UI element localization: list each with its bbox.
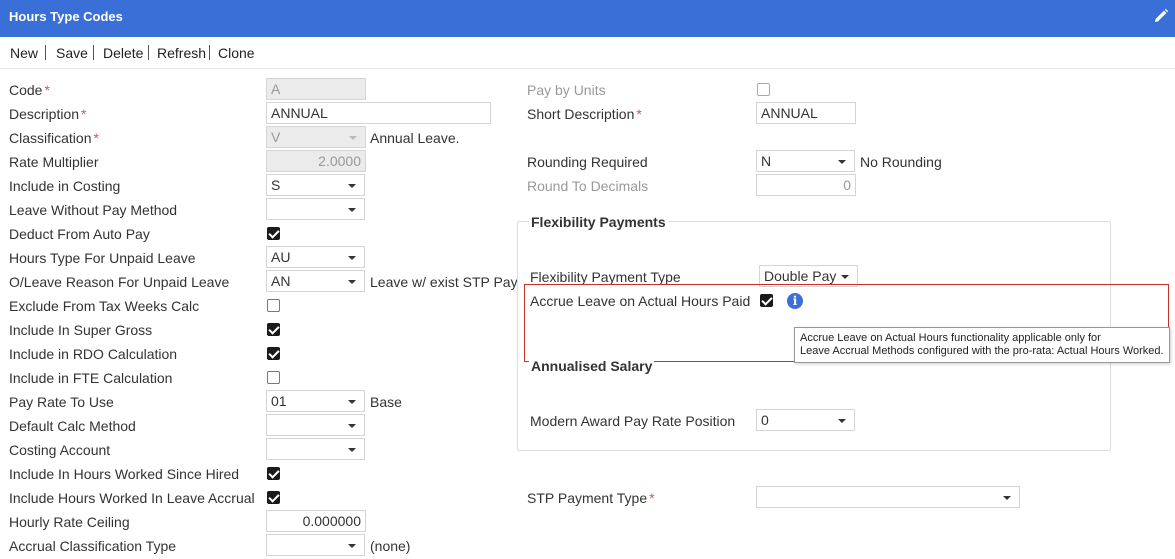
exclude-tax-weeks-label: Exclude From Tax Weeks Calc bbox=[9, 298, 200, 314]
delete-button[interactable]: Delete bbox=[103, 45, 143, 61]
stp-payment-type-label: STP Payment Type * bbox=[527, 490, 655, 506]
hourly-rate-ceiling-field[interactable]: 0.000000 bbox=[266, 510, 366, 532]
costing-account-label: Costing Account bbox=[9, 442, 111, 458]
window-titlebar: Hours Type Codes bbox=[0, 0, 1175, 37]
round-to-decimals-label: Round To Decimals bbox=[527, 178, 649, 194]
include-super-gross-label: Include In Super Gross bbox=[9, 322, 153, 338]
pay-rate-description: Base bbox=[370, 394, 402, 410]
oleave-reason-label: O/Leave Reason For Unpaid Leave bbox=[9, 274, 230, 290]
modern-award-position-select[interactable]: 0 bbox=[756, 409, 855, 431]
costing-account-select[interactable] bbox=[266, 438, 365, 460]
rate-multiplier-field: 2.0000 bbox=[266, 150, 366, 172]
info-icon[interactable]: i bbox=[787, 293, 803, 309]
short-description-field[interactable]: ANNUAL bbox=[756, 102, 856, 124]
short-description-label: Short Description * bbox=[527, 106, 642, 122]
include-hours-since-hired-label: Include In Hours Worked Since Hired bbox=[9, 466, 240, 482]
exclude-tax-weeks-checkbox[interactable] bbox=[267, 299, 280, 312]
stp-payment-type-select[interactable] bbox=[756, 486, 1020, 508]
pay-rate-to-use-label: Pay Rate To Use bbox=[9, 394, 114, 410]
code-label: Code * bbox=[9, 82, 50, 98]
accrual-classification-type-select[interactable] bbox=[266, 534, 365, 556]
modern-award-position-label: Modern Award Pay Rate Position bbox=[530, 413, 736, 429]
include-hours-leave-accrual-label: Include Hours Worked In Leave Accrual bbox=[9, 490, 255, 506]
accrual-classification-type-label: Accrual Classification Type bbox=[9, 538, 177, 554]
include-fte-label: Include in FTE Calculation bbox=[9, 370, 173, 386]
annualised-salary-title: Annualised Salary bbox=[529, 358, 655, 374]
include-in-costing-label: Include in Costing bbox=[9, 178, 121, 194]
lwop-method-label: Leave Without Pay Method bbox=[9, 202, 178, 218]
clone-button[interactable]: Clone bbox=[218, 45, 255, 61]
pay-by-units-checkbox bbox=[757, 83, 770, 96]
default-calc-method-label: Default Calc Method bbox=[9, 418, 136, 434]
flexibility-payments-title: Flexibility Payments bbox=[529, 214, 668, 230]
pay-by-units-label: Pay by Units bbox=[527, 82, 606, 98]
accrue-leave-label: Accrue Leave on Actual Hours Paid bbox=[530, 293, 751, 309]
include-rdo-label: Include in RDO Calculation bbox=[9, 346, 178, 362]
round-to-decimals-field: 0 bbox=[756, 174, 856, 196]
deduct-from-auto-pay-label: Deduct From Auto Pay bbox=[9, 226, 150, 242]
new-button[interactable]: New bbox=[10, 45, 38, 61]
include-hours-since-hired-checkbox[interactable] bbox=[267, 467, 280, 480]
include-hours-leave-accrual-checkbox[interactable] bbox=[267, 491, 280, 504]
toolbar: New Save Delete Refresh Clone bbox=[0, 37, 1175, 69]
code-field: A bbox=[266, 78, 366, 100]
tooltip-line-2: Leave Accrual Methods configured with th… bbox=[800, 345, 1164, 357]
include-in-costing-select[interactable]: S bbox=[266, 174, 365, 196]
accrue-leave-checkbox[interactable] bbox=[760, 294, 773, 307]
classification-select: V bbox=[266, 126, 366, 148]
default-calc-method-select[interactable] bbox=[266, 414, 365, 436]
flexibility-payment-type-label: Flexibility Payment Type bbox=[530, 269, 681, 285]
rate-multiplier-label: Rate Multiplier bbox=[9, 154, 99, 170]
toolbar-divider bbox=[93, 45, 94, 60]
pencil-icon[interactable] bbox=[1153, 8, 1169, 24]
classification-label: Classification * bbox=[9, 130, 99, 146]
rounding-description: No Rounding bbox=[860, 154, 942, 170]
oleave-reason-select[interactable]: AN bbox=[266, 270, 365, 292]
accrual-classification-description: (none) bbox=[370, 538, 411, 554]
toolbar-divider bbox=[209, 45, 210, 60]
description-label: Description * bbox=[9, 106, 87, 122]
oleave-reason-description: Leave w/ exist STP Pay bbox=[370, 274, 518, 290]
toolbar-divider bbox=[148, 45, 149, 60]
hours-type-unpaid-leave-label: Hours Type For Unpaid Leave bbox=[9, 250, 196, 266]
hourly-rate-ceiling-label: Hourly Rate Ceiling bbox=[9, 514, 130, 530]
include-fte-checkbox[interactable] bbox=[267, 371, 280, 384]
window-title: Hours Type Codes bbox=[9, 9, 123, 24]
hours-type-unpaid-leave-select[interactable]: AU bbox=[266, 246, 365, 268]
include-super-gross-checkbox[interactable] bbox=[267, 323, 280, 336]
tooltip-line-1: Accrue Leave on Actual Hours functionali… bbox=[800, 332, 1101, 344]
accrue-leave-tooltip: Accrue Leave on Actual Hours functionali… bbox=[794, 327, 1170, 363]
deduct-from-auto-pay-checkbox[interactable] bbox=[267, 227, 280, 240]
include-rdo-checkbox[interactable] bbox=[267, 347, 280, 360]
rounding-required-select[interactable]: N bbox=[756, 150, 855, 172]
lwop-method-select[interactable] bbox=[266, 198, 365, 220]
refresh-button[interactable]: Refresh bbox=[157, 45, 206, 61]
classification-description: Annual Leave. bbox=[370, 130, 460, 146]
rounding-required-label: Rounding Required bbox=[527, 154, 648, 170]
toolbar-divider bbox=[45, 45, 46, 60]
description-field[interactable]: ANNUAL bbox=[266, 102, 491, 124]
pay-rate-to-use-select[interactable]: 01 bbox=[266, 390, 365, 412]
save-button[interactable]: Save bbox=[56, 45, 88, 61]
